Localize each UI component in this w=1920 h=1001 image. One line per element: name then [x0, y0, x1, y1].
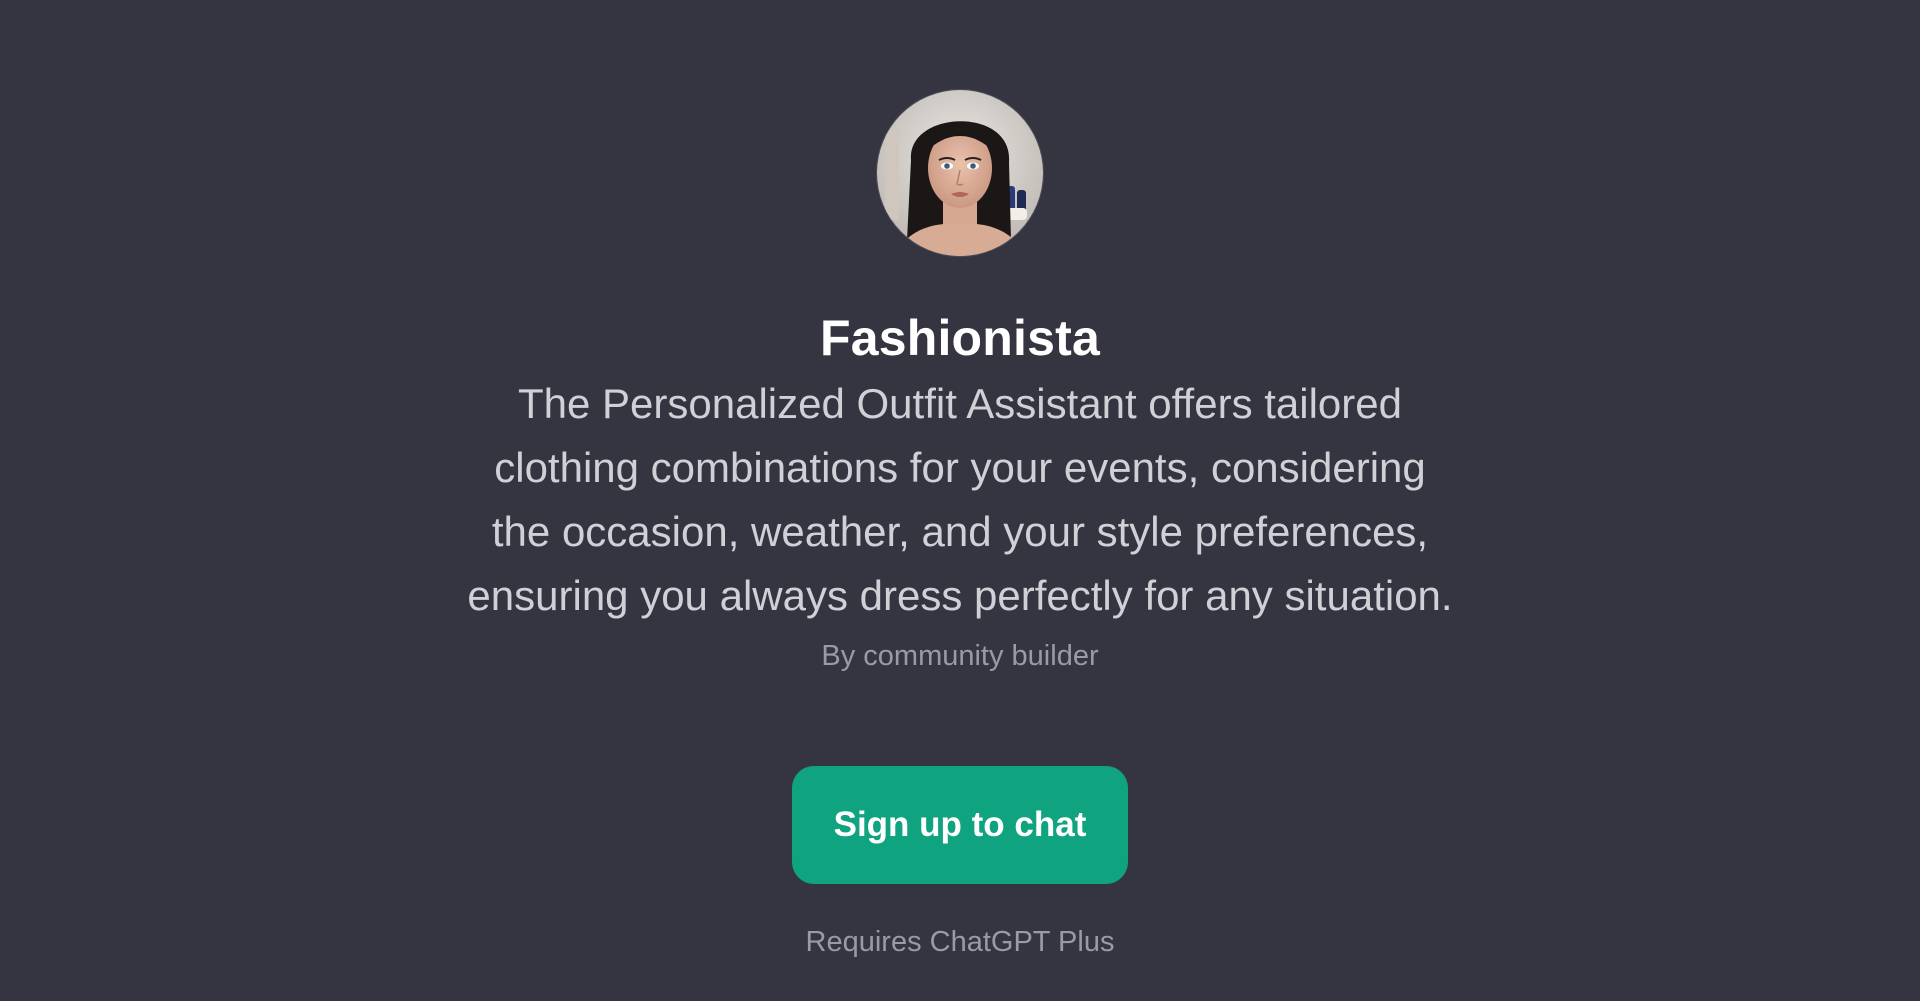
gpt-avatar: [877, 90, 1043, 256]
plus-requirement-note: Requires ChatGPT Plus: [805, 926, 1115, 958]
portrait-avatar-icon: [877, 90, 1043, 256]
sign-up-to-chat-button[interactable]: Sign up to chat: [792, 766, 1128, 884]
gpt-description: The Personalized Outfit Assistant offers…: [467, 380, 1453, 619]
gpt-author: By community builder: [821, 640, 1099, 672]
gpt-profile: Fashionista The Personalized Outfit Assi…: [0, 0, 1920, 962]
gpt-title: Fashionista: [819, 310, 1101, 366]
